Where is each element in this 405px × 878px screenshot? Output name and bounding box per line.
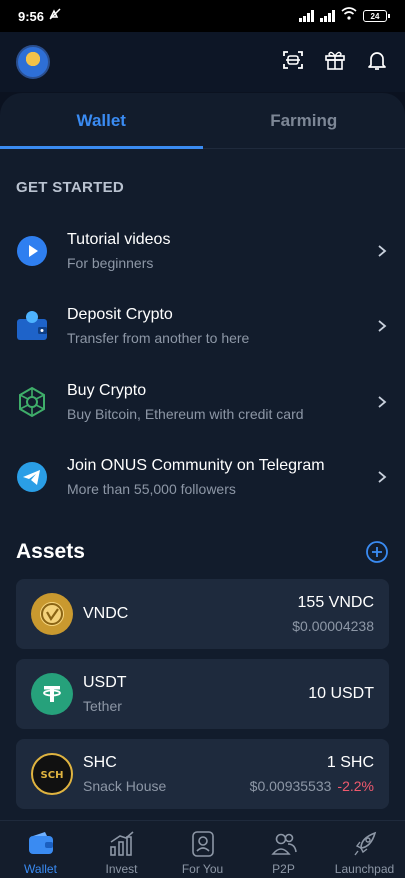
asset-name: Tether — [83, 698, 122, 714]
get-started-item-title: Deposit Crypto — [67, 306, 173, 324]
assets-header: Assets — [0, 525, 405, 579]
get-started-item-tutorial[interactable]: Tutorial videos For beginners — [0, 213, 405, 289]
crypto-network-icon — [16, 386, 48, 418]
wallet-icon — [28, 832, 53, 854]
app-header — [0, 32, 405, 92]
asset-symbol: USDT — [83, 674, 127, 691]
gift-icon[interactable] — [323, 48, 347, 77]
nav-item-for-you[interactable]: For You — [162, 821, 243, 878]
shc-coin-icon: SCH — [31, 753, 73, 795]
get-started-item-subtitle: More than 55,000 followers — [67, 481, 236, 498]
person-card-icon — [191, 831, 214, 857]
chevron-right-icon — [378, 245, 387, 257]
get-started-item-deposit[interactable]: Deposit Crypto Transfer from another to … — [0, 289, 405, 365]
tab-farming[interactable]: Farming — [203, 93, 405, 148]
bell-icon[interactable] — [365, 48, 389, 77]
get-started-item-subtitle: Buy Bitcoin, Ethereum with credit card — [67, 405, 304, 422]
asset-usd-value: $0.00004238 — [292, 618, 374, 634]
signal-icon-2 — [320, 10, 335, 22]
vndc-coin-icon — [31, 593, 73, 635]
assets-title: Assets — [16, 540, 85, 563]
scan-icon[interactable] — [281, 48, 305, 77]
bottom-nav: Wallet Invest For You P2P Launchpad — [0, 820, 405, 878]
mute-icon — [48, 7, 62, 26]
battery-icon: 24 — [363, 10, 390, 22]
asset-amount: 1 SHC — [326, 754, 374, 771]
asset-name: Snack House — [83, 778, 167, 794]
asset-usd-value: $0.00935533 — [249, 778, 332, 794]
nav-item-wallet[interactable]: Wallet — [0, 821, 81, 878]
nav-label: P2P — [272, 862, 295, 876]
get-started-item-telegram[interactable]: Join ONUS Community on Telegram More tha… — [0, 440, 405, 516]
telegram-icon — [16, 461, 48, 493]
status-time: 9:56 — [18, 8, 45, 24]
rocket-icon — [353, 831, 376, 856]
get-started-item-buy[interactable]: Buy Crypto Buy Bitcoin, Ethereum with cr… — [0, 364, 405, 440]
nav-label: Wallet — [24, 862, 57, 876]
nav-label: Launchpad — [334, 862, 395, 876]
asset-card-shc[interactable]: SCH SHC Snack House 1 SHC $0.00935533 -2.… — [16, 739, 389, 809]
get-started-item-title: Tutorial videos — [67, 230, 171, 248]
nav-item-launchpad[interactable]: Launchpad — [324, 821, 405, 878]
avatar[interactable] — [16, 45, 50, 79]
main-panel: Wallet Farming GET STARTED Tutorial vide… — [0, 93, 405, 820]
tab-wallet[interactable]: Wallet — [0, 93, 203, 149]
chart-icon — [109, 831, 134, 856]
chevron-right-icon — [378, 320, 387, 332]
get-started-item-subtitle: For beginners — [67, 254, 154, 271]
get-started-item-subtitle: Transfer from another to here — [67, 330, 250, 347]
status-bar: 9:56 24 — [0, 0, 405, 32]
asset-amount: 155 VNDC — [297, 594, 374, 611]
battery-level: 24 — [370, 11, 380, 21]
play-icon — [16, 235, 48, 267]
wallet-deposit-icon — [16, 310, 48, 342]
usdt-coin-icon — [31, 673, 73, 715]
nav-label: For You — [181, 862, 224, 876]
get-started-item-title: Join ONUS Community on Telegram — [67, 457, 325, 475]
chevron-right-icon — [378, 396, 387, 408]
asset-amount: 10 USDT — [308, 685, 374, 702]
get-started-title: GET STARTED — [16, 179, 125, 196]
asset-card-vndc[interactable]: VNDC 155 VNDC $0.00004238 — [16, 579, 389, 649]
asset-symbol: SHC — [83, 754, 117, 771]
people-icon — [270, 833, 297, 855]
nav-item-p2p[interactable]: P2P — [243, 821, 324, 878]
signal-icon — [299, 10, 314, 22]
asset-symbol: VNDC — [83, 605, 129, 622]
chevron-right-icon — [378, 471, 387, 483]
nav-item-invest[interactable]: Invest — [81, 821, 162, 878]
add-asset-button[interactable] — [365, 540, 389, 564]
get-started-item-title: Buy Crypto — [67, 381, 147, 399]
asset-card-usdt[interactable]: USDT Tether 10 USDT — [16, 659, 389, 729]
price-change: -2.2% — [337, 778, 374, 794]
wifi-icon — [341, 7, 357, 25]
nav-label: Invest — [105, 862, 138, 876]
svg-text:SCH: SCH — [41, 770, 64, 781]
tab-bar: Wallet Farming — [0, 93, 405, 149]
